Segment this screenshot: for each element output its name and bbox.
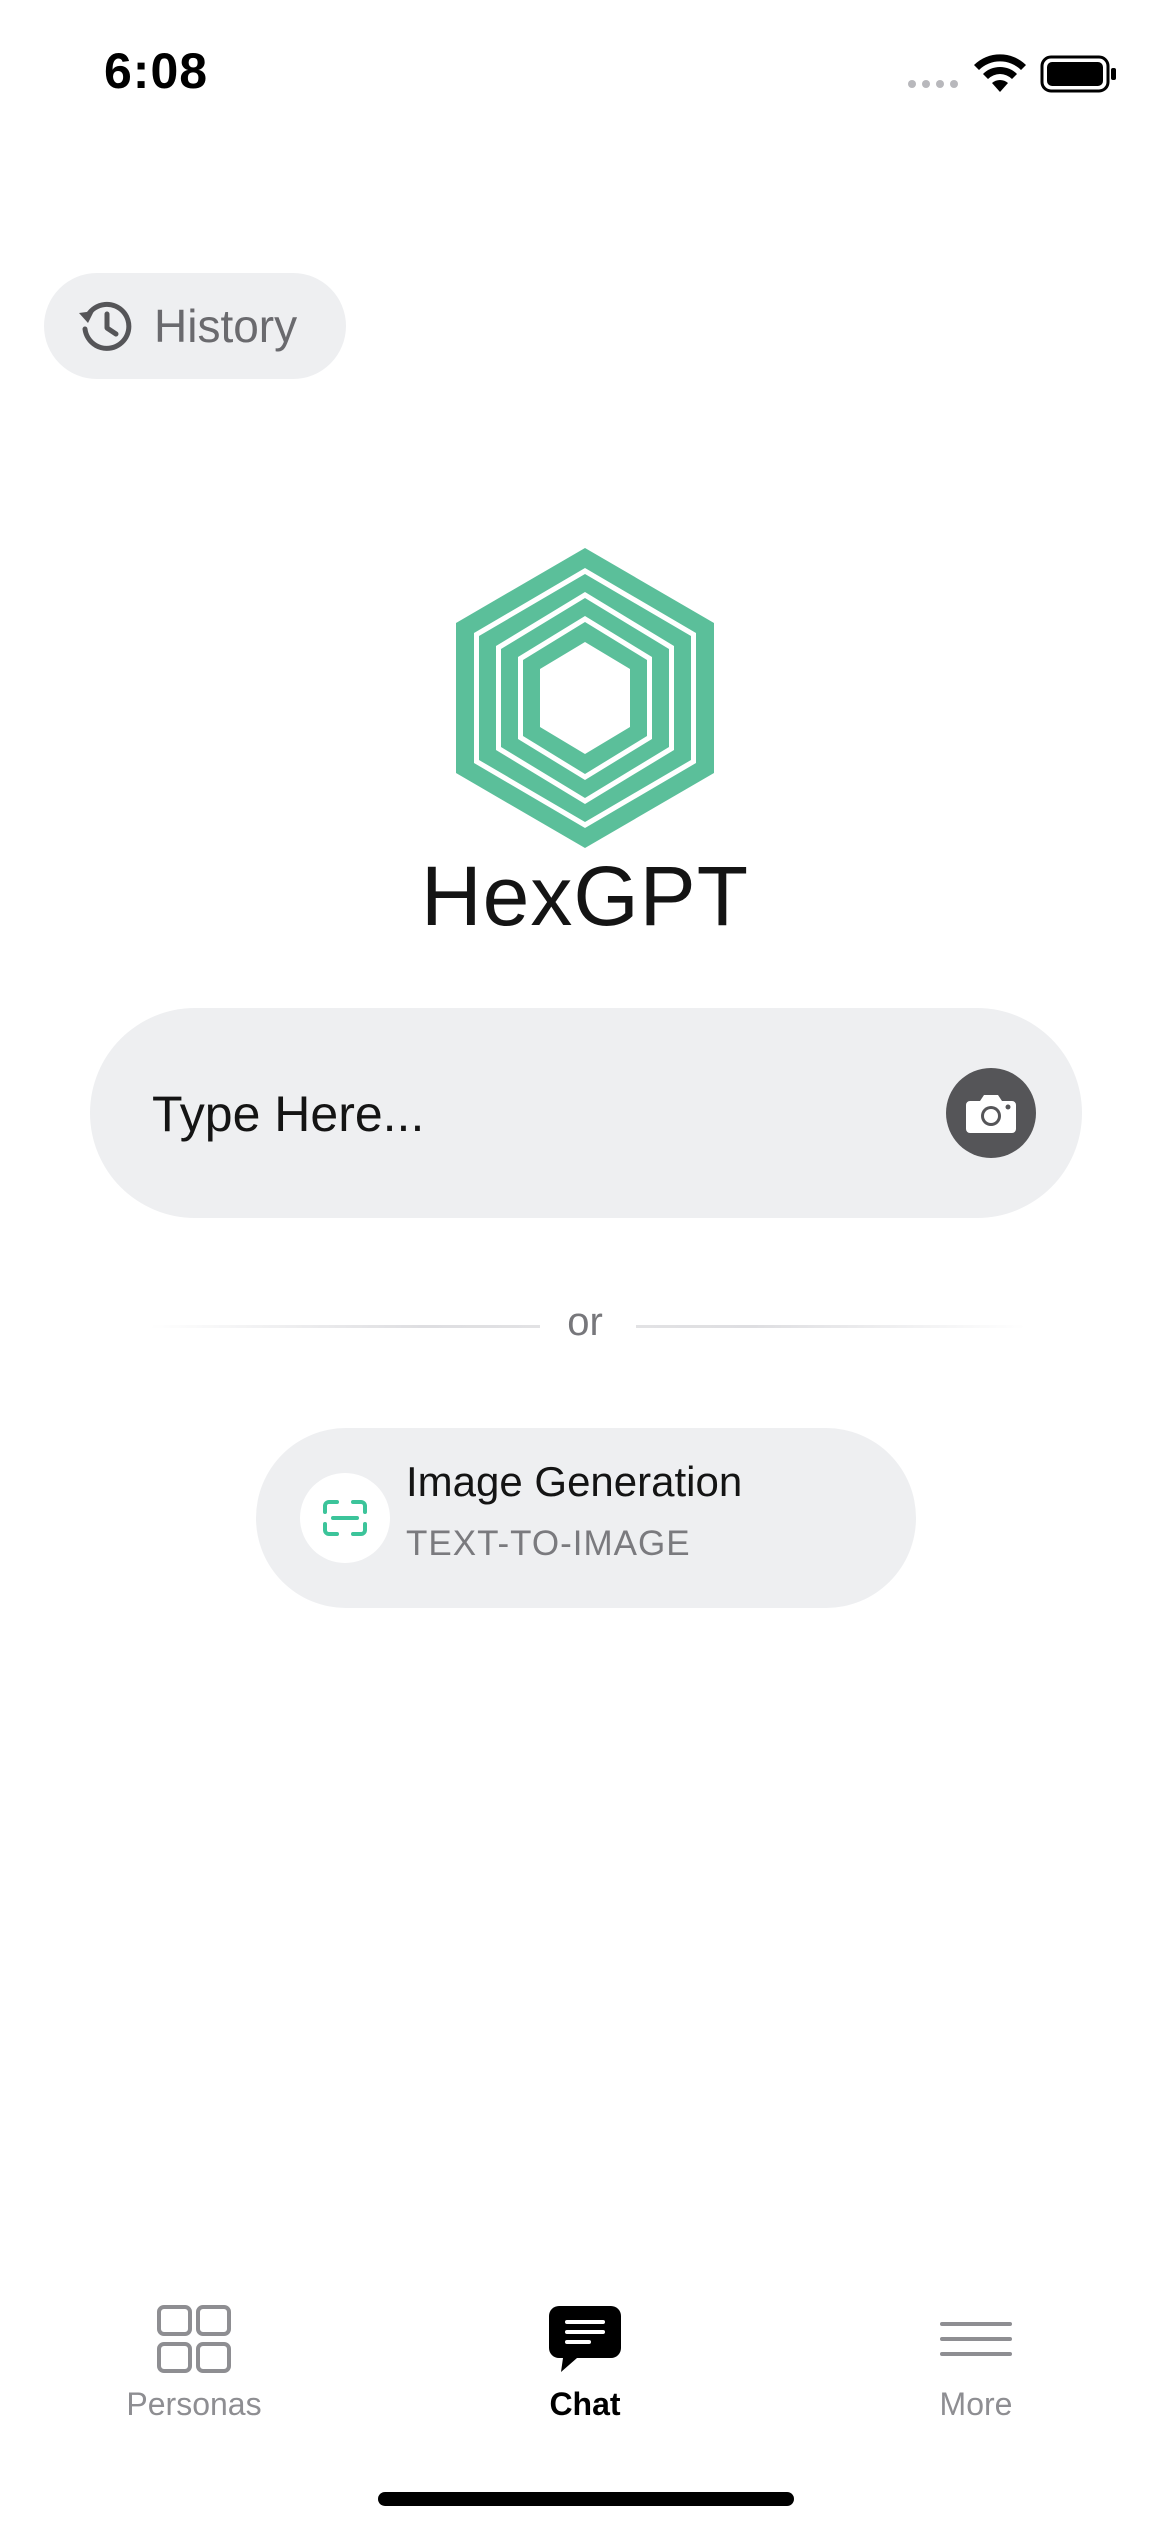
status-bar: 6:08 [0, 0, 1170, 150]
tab-chat-label: Chat [549, 2386, 621, 2422]
divider-line-right [636, 1325, 1026, 1328]
camera-icon [966, 1095, 1016, 1133]
history-clock-icon [79, 301, 132, 351]
tab-more[interactable]: More [826, 2280, 1126, 2430]
image-generation-subtitle: TEXT-TO-IMAGE [406, 1524, 691, 1563]
tab-personas[interactable]: Personas [44, 2280, 344, 2430]
image-generation-title: Image Generation [406, 1458, 743, 1505]
tab-bar: Personas Chat More [0, 2280, 1170, 2430]
chat-input[interactable] [150, 1008, 974, 1220]
grid-icon [157, 2305, 231, 2373]
tab-chat[interactable]: Chat [435, 2280, 735, 2430]
battery-icon [1040, 55, 1116, 93]
tab-personas-label: Personas [126, 2386, 262, 2422]
menu-lines-icon [940, 2322, 1012, 2356]
status-time: 6:08 [104, 43, 209, 99]
chat-bubble-icon [549, 2306, 621, 2372]
hexgpt-logo-icon [456, 548, 714, 848]
image-generation-icon-badge [300, 1473, 390, 1563]
app-name: HexGPT [420, 849, 750, 943]
cellular-signal-icon [908, 80, 958, 88]
image-generation-button[interactable]: Image Generation TEXT-TO-IMAGE [256, 1428, 916, 1608]
chat-input-container [90, 1008, 1082, 1220]
wifi-icon [974, 54, 1026, 92]
camera-button[interactable] [946, 1068, 1036, 1158]
divider-or: or [567, 1300, 603, 1344]
tab-more-label: More [939, 2386, 1013, 2422]
history-button[interactable]: History [44, 273, 346, 379]
home-indicator [378, 2492, 794, 2506]
history-label: History [154, 300, 298, 352]
scan-frame-icon [323, 1500, 367, 1536]
